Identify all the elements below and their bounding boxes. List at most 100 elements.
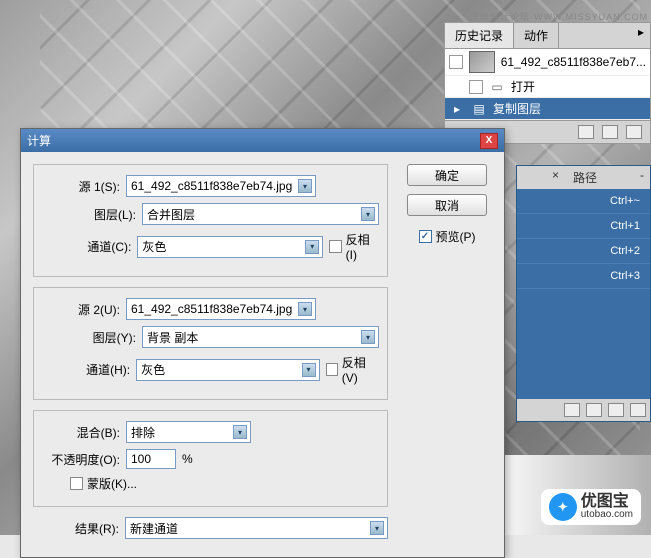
trash-icon[interactable]: [630, 403, 646, 417]
trash-icon[interactable]: [626, 125, 642, 139]
dialog-titlebar[interactable]: 计算 X: [21, 129, 504, 152]
channels-panel: × 路径 - Ctrl+~ Ctrl+1 Ctrl+2 Ctrl+3: [516, 165, 651, 422]
layer2-label: 图层(Y):: [42, 329, 136, 346]
preview-label: 预览(P): [436, 228, 476, 245]
chevron-down-icon: ▾: [302, 363, 316, 377]
layer1-value: 合并图层: [147, 206, 195, 223]
channel-row[interactable]: Ctrl+2: [517, 239, 650, 264]
checkbox-icon: [329, 240, 341, 253]
invert1-label: 反相(I): [346, 231, 379, 262]
panel-menu-icon[interactable]: ▸: [632, 23, 650, 48]
layer-icon: ▤: [471, 102, 487, 116]
dialog-buttons: 确定 取消 ✓ 预览(P): [402, 164, 492, 545]
history-filename: 61_492_c8511f838e7eb7...: [501, 55, 646, 69]
blend-value: 排除: [131, 424, 155, 441]
channel2-label: 通道(H):: [42, 361, 130, 378]
checkbox-checked-icon: ✓: [419, 230, 432, 243]
opacity-label: 不透明度(O):: [42, 451, 120, 468]
result-select[interactable]: 新建通道 ▾: [125, 517, 388, 539]
invert1-check[interactable]: 反相(I): [329, 231, 379, 262]
panel-close-icon[interactable]: ×: [546, 166, 565, 189]
channel-row[interactable]: Ctrl+1: [517, 214, 650, 239]
close-icon[interactable]: X: [480, 133, 498, 149]
channel-row[interactable]: Ctrl+3: [517, 264, 650, 289]
dialog-body: 源 1(S): 61_492_c8511f838e7eb74.jpg ▾ 图层(…: [21, 152, 504, 557]
source2-select[interactable]: 61_492_c8511f838e7eb74.jpg ▾: [126, 298, 316, 320]
tab-history[interactable]: 历史记录: [445, 23, 514, 48]
layer2-select[interactable]: 背景 副本 ▾: [142, 326, 379, 348]
logo-cn: 优图宝: [581, 494, 633, 510]
channel2-value: 灰色: [141, 361, 165, 378]
new-snapshot-icon[interactable]: [578, 125, 594, 139]
history-body: 61_492_c8511f838e7eb7... ▭ 打开 ▸ ▤ 复制图层: [445, 49, 650, 120]
source2-value: 61_492_c8511f838e7eb74.jpg: [131, 302, 292, 316]
chevron-down-icon: ▾: [298, 302, 312, 316]
layer2-value: 背景 副本: [147, 329, 198, 346]
watermark-en: WWW.MISSYUAN.COM: [534, 12, 648, 22]
logo-icon: ✦: [549, 493, 577, 521]
channel-empty: [517, 289, 650, 399]
chevron-down-icon: ▾: [361, 207, 375, 221]
cancel-button[interactable]: 取消: [407, 194, 487, 216]
blend-label: 混合(B):: [42, 424, 120, 441]
history-step[interactable]: ▸ ▤ 复制图层: [445, 98, 650, 120]
new-channel-icon[interactable]: [608, 403, 624, 417]
tab-paths[interactable]: 路径: [565, 166, 605, 189]
load-selection-icon[interactable]: [564, 403, 580, 417]
logo-watermark: ✦ 优图宝 utobao.com: [541, 489, 641, 525]
result-value: 新建通道: [130, 520, 178, 537]
tab-actions[interactable]: 动作: [514, 23, 559, 48]
history-file-row[interactable]: 61_492_c8511f838e7eb7...: [445, 49, 650, 76]
invert2-check[interactable]: 反相(V): [326, 354, 379, 385]
save-selection-icon[interactable]: [586, 403, 602, 417]
open-icon: ▭: [489, 80, 505, 94]
new-document-icon[interactable]: [602, 125, 618, 139]
panel-collapse-icon[interactable]: -: [634, 166, 650, 189]
channel2-select[interactable]: 灰色 ▾: [136, 359, 319, 381]
source1-label: 源 1(S):: [42, 178, 120, 195]
layer1-select[interactable]: 合并图层 ▾: [142, 203, 379, 225]
dialog-title: 计算: [27, 132, 51, 149]
history-toggle[interactable]: [469, 80, 483, 94]
pointer-icon: ▸: [449, 102, 465, 116]
checkbox-icon: [70, 477, 83, 490]
source1-select[interactable]: 61_492_c8511f838e7eb74.jpg ▾: [126, 175, 316, 197]
checkbox-icon: [326, 363, 338, 376]
source2-group: 源 2(U): 61_492_c8511f838e7eb74.jpg ▾ 图层(…: [33, 287, 388, 400]
history-step-label: 打开: [511, 78, 535, 95]
history-step[interactable]: ▭ 打开: [445, 76, 650, 98]
result-label: 结果(R):: [33, 520, 119, 537]
history-tabs: 历史记录 动作 ▸: [445, 23, 650, 49]
ok-button[interactable]: 确定: [407, 164, 487, 186]
preview-check[interactable]: ✓ 预览(P): [419, 228, 476, 245]
mask-check[interactable]: 蒙版(K)...: [70, 475, 137, 492]
channel-row[interactable]: Ctrl+~: [517, 189, 650, 214]
chevron-down-icon: ▾: [370, 521, 384, 535]
history-panel: 历史记录 动作 ▸ 61_492_c8511f838e7eb7... ▭ 打开 …: [444, 22, 651, 144]
blend-group: 混合(B): 排除 ▾ 不透明度(O): % 蒙版(K)...: [33, 410, 388, 507]
chevron-down-icon: ▾: [361, 330, 375, 344]
layer1-label: 图层(L):: [42, 206, 136, 223]
opacity-input[interactable]: [126, 449, 176, 469]
channel1-select[interactable]: 灰色 ▾: [137, 236, 323, 258]
source1-group: 源 1(S): 61_492_c8511f838e7eb74.jpg ▾ 图层(…: [33, 164, 388, 277]
source2-label: 源 2(U):: [42, 301, 120, 318]
history-step-label: 复制图层: [493, 100, 541, 117]
history-snapshot-icon[interactable]: [449, 55, 463, 69]
watermark-cn: 思缘设计论坛: [470, 12, 530, 22]
logo-en: utobao.com: [581, 510, 633, 520]
invert2-label: 反相(V): [342, 354, 379, 385]
mask-label: 蒙版(K)...: [87, 475, 137, 492]
history-thumbnail: [469, 51, 495, 73]
calculations-dialog: 计算 X 源 1(S): 61_492_c8511f838e7eb74.jpg …: [20, 128, 505, 558]
channel1-label: 通道(C):: [42, 238, 131, 255]
chevron-down-icon: ▾: [233, 425, 247, 439]
dialog-form: 源 1(S): 61_492_c8511f838e7eb74.jpg ▾ 图层(…: [33, 164, 388, 545]
opacity-unit: %: [182, 452, 193, 466]
channels-tabs: × 路径 -: [517, 166, 650, 189]
source1-value: 61_492_c8511f838e7eb74.jpg: [131, 179, 292, 193]
channel1-value: 灰色: [142, 238, 166, 255]
chevron-down-icon: ▾: [298, 179, 312, 193]
channels-footer: [517, 399, 650, 421]
blend-select[interactable]: 排除 ▾: [126, 421, 251, 443]
